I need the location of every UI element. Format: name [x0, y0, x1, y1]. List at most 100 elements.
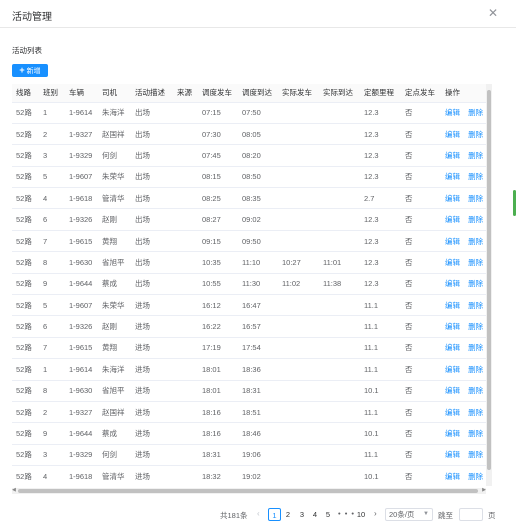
table-cell: 1-9329: [65, 144, 98, 167]
delete-link[interactable]: 删除: [468, 279, 483, 288]
table-cell: 1-9614: [65, 358, 98, 381]
table-cell: [173, 444, 198, 467]
table-cell: 1-9327: [65, 401, 98, 424]
edit-link[interactable]: 编辑: [445, 365, 460, 374]
page-size-select[interactable]: 20条/页 ▼: [385, 508, 433, 521]
delete-link[interactable]: 删除: [468, 408, 483, 417]
table-cell: [173, 294, 198, 317]
delete-link[interactable]: 删除: [468, 450, 483, 459]
edit-link[interactable]: 编辑: [445, 215, 460, 224]
edit-link[interactable]: 编辑: [445, 130, 460, 139]
table-cell: 朱荣华: [98, 166, 131, 189]
page-5[interactable]: 5: [323, 508, 333, 521]
table-cell: [319, 422, 360, 445]
delete-link[interactable]: 删除: [468, 194, 483, 203]
table-cell: 1-9607: [65, 294, 98, 317]
table-cell: 进场: [131, 401, 173, 424]
table-cell: 1: [39, 102, 65, 124]
edit-link[interactable]: 编辑: [445, 258, 460, 267]
delete-link[interactable]: 删除: [468, 322, 483, 331]
table-cell: [278, 444, 319, 467]
edit-link[interactable]: 编辑: [445, 322, 460, 331]
table-cell: [278, 294, 319, 317]
table-cell: [319, 123, 360, 146]
page-1[interactable]: 1: [268, 508, 281, 521]
table-cell: 12.3: [360, 123, 401, 146]
edit-link[interactable]: 编辑: [445, 172, 460, 181]
more-pages[interactable]: • • •: [338, 509, 355, 518]
jump-page-input[interactable]: [459, 508, 483, 521]
table-cell: 09:50: [238, 230, 278, 253]
edit-link[interactable]: 编辑: [445, 408, 460, 417]
table-cell: 赵国祥: [98, 401, 131, 424]
table-cell: 6: [39, 208, 65, 231]
page-2[interactable]: 2: [283, 508, 293, 521]
table-cell: [278, 315, 319, 338]
delete-link[interactable]: 删除: [468, 237, 483, 246]
actions-cell: 编辑 删除: [441, 358, 492, 381]
vertical-scrollbar[interactable]: [486, 84, 492, 486]
delete-link[interactable]: 删除: [468, 365, 483, 374]
delete-link[interactable]: 删除: [468, 429, 483, 438]
table-row: 52路 6 1-9326 赵刚 出场 08:27 09:02 12.3 否编辑 删除: [12, 208, 492, 231]
edit-link[interactable]: 编辑: [445, 237, 460, 246]
total-count: 共181条: [220, 511, 248, 520]
delete-link[interactable]: 删除: [468, 301, 483, 310]
edit-link[interactable]: 编辑: [445, 429, 460, 438]
delete-link[interactable]: 删除: [468, 151, 483, 160]
table-cell: 11:38: [319, 273, 360, 296]
delete-link[interactable]: 删除: [468, 343, 483, 352]
table-cell: [319, 144, 360, 167]
table-cell: 1-9644: [65, 422, 98, 445]
edit-link[interactable]: 编辑: [445, 450, 460, 459]
table-cell: 18:31: [238, 380, 278, 402]
edit-link[interactable]: 编辑: [445, 386, 460, 395]
delete-link[interactable]: 删除: [468, 130, 483, 139]
scroll-right-icon[interactable]: ▶: [482, 487, 486, 493]
table-cell: 07:15: [198, 102, 238, 124]
table-row: 52路 1 1-9614 朱海洋 进场 18:01 18:36 11.1 否编辑 删除: [12, 358, 492, 381]
edit-link[interactable]: 编辑: [445, 279, 460, 288]
prev-page-icon[interactable]: ‹: [257, 509, 260, 518]
table-cell: 否: [401, 123, 441, 146]
delete-link[interactable]: 删除: [468, 172, 483, 181]
table-cell: 1-9615: [65, 337, 98, 360]
edit-link[interactable]: 编辑: [445, 343, 460, 352]
next-page-icon[interactable]: ›: [374, 509, 377, 518]
table-cell: 5: [39, 294, 65, 317]
edit-link[interactable]: 编辑: [445, 301, 460, 310]
chevron-down-icon: ▼: [423, 511, 429, 517]
horizontal-scroll-thumb[interactable]: [18, 489, 478, 493]
delete-link[interactable]: 删除: [468, 386, 483, 395]
table-row: 52路 4 1-9618 管清华 出场 08:25 08:35 2.7 否编辑 删除: [12, 187, 492, 210]
edit-link[interactable]: 编辑: [445, 151, 460, 160]
table-cell: 赵国祥: [98, 123, 131, 146]
scroll-left-icon[interactable]: ◀: [12, 487, 16, 493]
table-cell: 10:55: [198, 273, 238, 296]
delete-link[interactable]: 删除: [468, 215, 483, 224]
page-last[interactable]: 10: [356, 508, 366, 521]
table-cell: 1-9607: [65, 166, 98, 189]
table-cell: [319, 444, 360, 467]
edit-link[interactable]: 编辑: [445, 194, 460, 203]
table-cell: 否: [401, 208, 441, 231]
page-4[interactable]: 4: [310, 508, 320, 521]
horizontal-scrollbar[interactable]: ◀ ▶: [12, 487, 486, 494]
table-cell: 赵刚: [98, 208, 131, 231]
table-cell: 12.3: [360, 208, 401, 231]
column-header: 线路: [12, 84, 39, 103]
table-cell: 52路: [12, 230, 39, 253]
close-icon[interactable]: ✕: [488, 6, 498, 20]
delete-link[interactable]: 删除: [468, 108, 483, 117]
vertical-scroll-thumb[interactable]: [487, 90, 491, 470]
edit-link[interactable]: 编辑: [445, 108, 460, 117]
delete-link[interactable]: 删除: [468, 472, 483, 481]
page-3[interactable]: 3: [297, 508, 307, 521]
edit-link[interactable]: 编辑: [445, 472, 460, 481]
delete-link[interactable]: 删除: [468, 258, 483, 267]
actions-cell: 编辑 删除: [441, 444, 492, 467]
table-cell: [173, 337, 198, 360]
add-button[interactable]: + 新增: [12, 64, 48, 77]
table-cell: [278, 187, 319, 210]
table-cell: 07:50: [238, 102, 278, 124]
